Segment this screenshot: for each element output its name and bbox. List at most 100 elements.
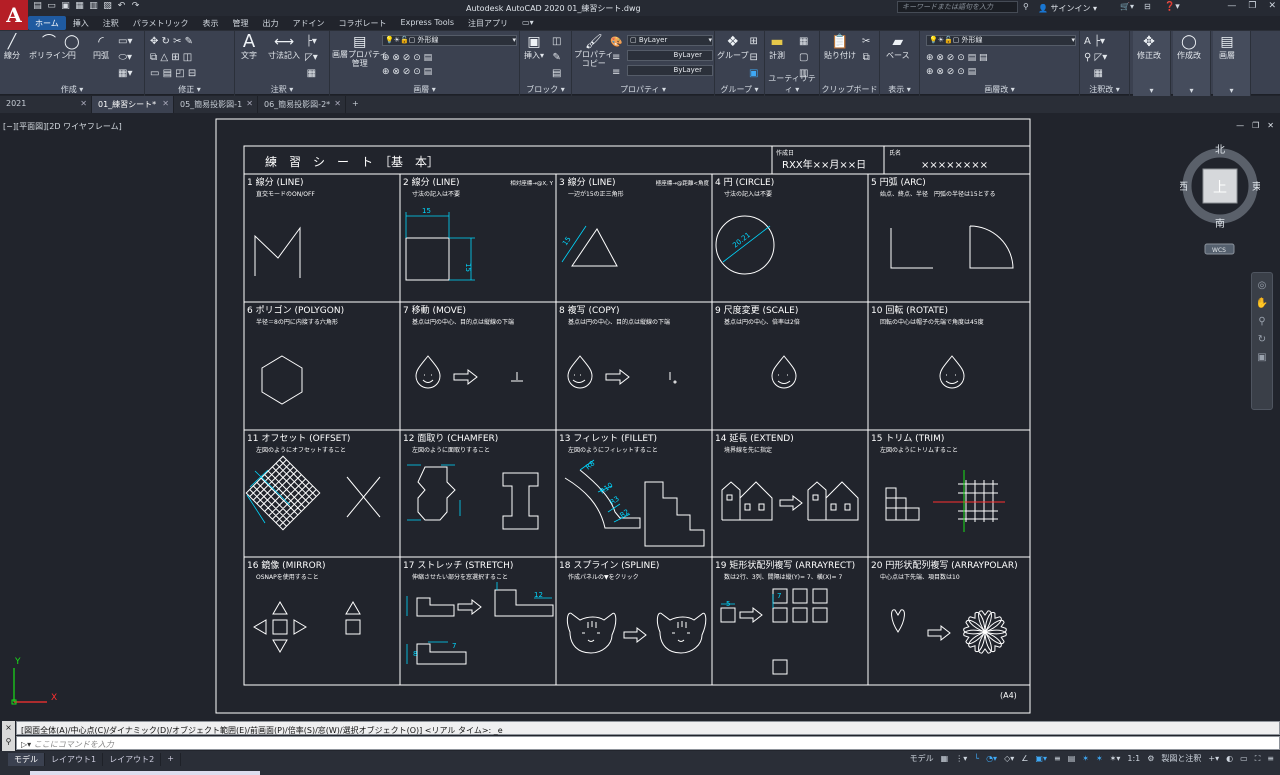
close-icon[interactable]: ✕ xyxy=(162,99,169,108)
lineweight-dropdown[interactable]: ByLayer xyxy=(627,65,713,76)
grid-icon[interactable]: ▦ xyxy=(941,754,949,763)
close-button[interactable]: ✕ xyxy=(1268,1,1276,11)
modify2-button[interactable]: ✥ 修正改 xyxy=(1137,34,1161,61)
exchange-icon[interactable]: ⊟ xyxy=(1144,2,1151,11)
steering-wheel-icon[interactable]: ◎ xyxy=(1252,277,1272,295)
line-tool-button[interactable]: ╱ 線分 xyxy=(4,34,20,61)
gear-icon[interactable]: ⚙ xyxy=(1147,754,1154,763)
polyline-tool-button[interactable]: ⌒ ポリライン xyxy=(29,34,69,61)
clipboard-more-icons[interactable]: ✂ ⧉ xyxy=(862,34,870,66)
color-dropdown[interactable]: ▢ ByLayer ▾ xyxy=(627,35,713,46)
group-properties-label[interactable]: プロパティ ▾ xyxy=(572,84,714,95)
group-groups-label[interactable]: グループ ▾ xyxy=(715,84,764,95)
zoom-icon[interactable]: ⚲ xyxy=(1252,313,1272,331)
tab-parametric[interactable]: パラメトリック xyxy=(126,16,196,30)
modify2-dropdown-icon[interactable]: ▾ xyxy=(1133,86,1170,95)
group-more-icons[interactable]: ⊞ ⊟ ▣ xyxy=(749,34,758,82)
paste-button[interactable]: 📋 貼り付け xyxy=(824,34,856,61)
restore-button[interactable]: ❐ xyxy=(1252,121,1259,130)
app-logo-button[interactable]: A xyxy=(0,0,28,30)
add-layout-button[interactable]: + xyxy=(161,753,181,766)
snap-icon[interactable]: ⋮▾ xyxy=(955,754,967,763)
command-line-close[interactable]: × ⚲ xyxy=(2,721,15,751)
create2-button[interactable]: ◯ 作成改 xyxy=(1177,34,1201,61)
minimize-button[interactable]: — xyxy=(1227,1,1236,11)
modify-tools[interactable]: ✥ ↻ ✂ ✎ ⧉ △ ⊞ ◫ ▭ ▤ ◰ ⊟ xyxy=(150,34,196,82)
create2-dropdown-icon[interactable]: ▾ xyxy=(1173,86,1210,95)
plot-icon[interactable]: ▧ xyxy=(102,1,113,11)
layout-tab-2[interactable]: レイアウト2 xyxy=(103,753,162,766)
compass-south-label[interactable]: 南 xyxy=(1215,217,1225,230)
doc-tab-projection-2[interactable]: 06_簡易投影図-2* ✕ xyxy=(258,96,346,113)
doc-tab-practice-sheet[interactable]: 01_練習シート* ✕ xyxy=(92,96,174,113)
signin-button[interactable]: 👤 サインイン ▾ xyxy=(1038,3,1097,14)
close-button[interactable]: ✕ xyxy=(1267,121,1274,130)
group-tool-button[interactable]: ❖ グループ xyxy=(717,34,749,61)
group-block-label[interactable]: ブロック ▾ xyxy=(520,84,571,95)
group-view-label[interactable]: 表示 ▾ xyxy=(880,84,919,95)
close-icon[interactable]: ✕ xyxy=(334,99,341,108)
isodraft-icon[interactable]: ◇▾ xyxy=(1004,754,1014,763)
fullscreen-icon[interactable]: ⛶ xyxy=(1255,754,1261,764)
osnap-icon[interactable]: ▣▾ xyxy=(1035,754,1047,763)
layer2-button[interactable]: ▤ 画層 xyxy=(1219,34,1235,61)
tab-view[interactable]: 表示 xyxy=(196,16,226,30)
drawing-canvas[interactable]: 練 習 シ ー ト ［基 本］ 作成日 RXX年××月××日 氏名 ××××××… xyxy=(0,0,1280,775)
help-icon[interactable]: ❓▾ xyxy=(1164,2,1180,12)
block-more-icons[interactable]: ◫ ✎ ▤ xyxy=(552,34,561,82)
layer2-dropdown-icon[interactable]: ▾ xyxy=(1213,86,1250,95)
tab-manage[interactable]: 管理 xyxy=(226,16,256,30)
insert-block-button[interactable]: ▣ 挿入▾ xyxy=(524,34,544,61)
search-input[interactable]: キーワードまたは語句を入力 xyxy=(897,1,1018,13)
close-icon[interactable]: ✕ xyxy=(80,99,87,108)
tab-addins[interactable]: アドイン xyxy=(286,16,332,30)
tab-featured-apps[interactable]: 注目アプリ xyxy=(461,16,515,30)
orbit-icon[interactable]: ↻ xyxy=(1252,331,1272,349)
tab-insert[interactable]: 挿入 xyxy=(66,16,96,30)
osnap-tracking-icon[interactable]: ∠ xyxy=(1021,754,1028,763)
saveas-icon[interactable]: ▦ xyxy=(74,1,85,11)
model-space-button[interactable]: モデル xyxy=(910,753,934,764)
command-prompt-icon[interactable]: ▷▾ xyxy=(21,740,34,749)
group-clipboard-label[interactable]: クリップボード xyxy=(820,84,879,95)
transparency-icon[interactable]: ▤ xyxy=(1068,754,1076,763)
layer-properties-button[interactable]: ▤ 画層プロパティ 管理 xyxy=(332,34,388,68)
close-icon[interactable]: ✕ xyxy=(246,99,253,108)
compass-west-label[interactable]: 西 xyxy=(1178,182,1188,193)
layer-dropdown[interactable]: 💡☀🔓▢ 外形線 ▾ xyxy=(382,35,517,46)
tab-output[interactable]: 出力 xyxy=(256,16,286,30)
layer-modify-tools[interactable]: ⊕ ⊗ ⊘ ⊙ ▤ ▤ ⊕ ⊗ ⊘ ⊙ ▤ xyxy=(926,51,987,79)
tab-home[interactable]: ホーム xyxy=(28,16,66,30)
minimize-button[interactable]: — xyxy=(1236,121,1244,130)
arc-tool-button[interactable]: ◜ 円弧 xyxy=(93,34,109,61)
polar-icon[interactable]: ◔▾ xyxy=(986,754,997,763)
group-draw-label[interactable]: 作成 ▾ xyxy=(0,84,144,95)
base-view-button[interactable]: ▰ ベース xyxy=(886,34,910,61)
annotation-more-icons[interactable]: ├▾ ◸▾ ▦ xyxy=(305,34,318,82)
dimension-tool-button[interactable]: ⟷ 寸法記入 xyxy=(268,34,300,61)
cart-icon[interactable]: 🛒▾ xyxy=(1120,2,1134,11)
new-icon[interactable]: ▤ xyxy=(32,1,43,11)
isolate-icon[interactable]: ◐ xyxy=(1226,754,1233,763)
group-annotation-label[interactable]: 注釈 ▾ xyxy=(235,84,329,95)
hardware-accel-icon[interactable]: ▭ xyxy=(1240,754,1248,763)
annotation-scale-icon[interactable]: ✶▾ xyxy=(1110,754,1121,763)
group-layer-modify-label[interactable]: 画層改 ▾ xyxy=(920,84,1079,95)
compass-north-label[interactable]: 北 xyxy=(1215,144,1225,156)
layer-modify-dropdown[interactable]: 💡☀🔓▢ 外形線 ▾ xyxy=(926,35,1076,46)
workspace-switch[interactable]: 製図と注釈 xyxy=(1161,753,1201,764)
tab-collaborate[interactable]: コラボレート xyxy=(332,16,394,30)
auto-scale-icon[interactable]: ✶ xyxy=(1096,754,1103,763)
showmotion-icon[interactable]: ▣ xyxy=(1252,349,1272,367)
save-icon[interactable]: ▣ xyxy=(60,1,71,11)
layer-tools[interactable]: ⊕ ⊗ ⊘ ⊙ ▤ ⊕ ⊗ ⊘ ⊙ ▤ xyxy=(382,51,432,79)
measure-tool-button[interactable]: ▬ 計測 xyxy=(769,34,785,61)
viewport-controls-label[interactable]: [−][平面図][2D ワイヤフレーム] xyxy=(3,121,122,132)
restore-button[interactable]: ❐ xyxy=(1248,1,1256,11)
group-modify-label[interactable]: 修正 ▾ xyxy=(145,84,234,95)
compass-east-label[interactable]: 東 xyxy=(1252,180,1262,193)
binoculars-icon[interactable]: ⚲ xyxy=(1023,2,1029,11)
tab-annotate[interactable]: 注釈 xyxy=(96,16,126,30)
annotation2-tools[interactable]: A ├▾ ⚲ ◸▾ ▦ xyxy=(1084,34,1107,82)
ortho-icon[interactable]: └ xyxy=(974,754,979,763)
